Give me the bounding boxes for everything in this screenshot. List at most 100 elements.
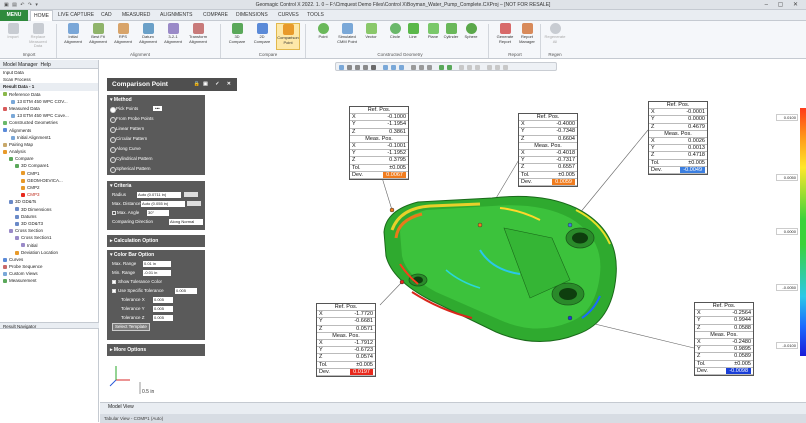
tree-item[interactable]: Pairing Map <box>0 141 98 148</box>
model-view-tab[interactable]: Model View <box>108 404 134 410</box>
report-manager-button[interactable]: Report Manager <box>516 23 538 50</box>
tree-item[interactable]: 3D GD&Ts <box>0 198 98 205</box>
regenerate-all-button[interactable]: Regenerate All <box>544 23 566 50</box>
comparison-callout[interactable]: Ref. Pos. X -0.4000 Y -0.7348 Z 0.6604 Meas… <box>518 113 578 187</box>
camera-icon[interactable] <box>503 65 508 70</box>
point-button[interactable]: Point <box>312 23 334 50</box>
tree-item[interactable]: 3D Compare1 <box>0 162 98 169</box>
water-pump-part[interactable] <box>383 195 617 342</box>
input-data-section[interactable]: Input Data <box>0 69 98 76</box>
use-specific-tolerance-field[interactable]: 0.005 <box>175 287 197 294</box>
clip-icon[interactable] <box>467 65 472 70</box>
tab-tools[interactable]: TOOLS <box>307 12 324 18</box>
filter-icon[interactable] <box>459 65 464 70</box>
tree-item[interactable]: Measurement <box>0 277 98 284</box>
point-display-icon[interactable] <box>487 65 492 70</box>
criteria-header[interactable]: ▾ Criteria <box>107 181 205 190</box>
import-button[interactable]: Import <box>2 23 24 50</box>
method-option-from-probe-points[interactable]: From Probe Points <box>107 114 205 124</box>
method-option-cylindrical-pattern[interactable]: Cylindrical Pattern <box>107 154 205 164</box>
main-menu-button[interactable]: MENU <box>0 10 28 21</box>
more-options-header[interactable]: ▸ More Options <box>107 344 205 356</box>
tolerance-x-field[interactable]: 0.005 <box>153 296 173 303</box>
tolerance-z-field[interactable]: 0.005 <box>153 314 173 321</box>
panel-actions[interactable]: 🔒▣ ✓ ✕ <box>194 81 234 87</box>
scan-process-section[interactable]: Scan Process <box>0 76 98 83</box>
radius-field[interactable]: Auto (0.0711 in) <box>137 191 181 198</box>
comparison-callout[interactable]: Ref. Pos. X -0.2564 Y 0.9944 Z 0.0588 Meas.… <box>694 302 754 376</box>
max-range-field[interactable]: 0.01 in <box>143 260 171 267</box>
generate-report-button[interactable]: Generate Report <box>494 23 516 50</box>
3d-compare-button[interactable]: 3D Compare <box>226 23 248 50</box>
tab-alignments[interactable]: ALIGNMENTS <box>160 12 193 18</box>
simulated-cmm-point-button[interactable]: Simulated CMM Point <box>336 23 358 50</box>
tree-item[interactable]: Reference Data <box>0 91 98 98</box>
method-option-circular-pattern[interactable]: Circular Pattern <box>107 134 205 144</box>
window-controls[interactable]: – ▢ ✕ <box>765 1 802 8</box>
tab-compare[interactable]: COMPARE <box>203 12 228 18</box>
tree-item[interactable]: Analysis <box>0 148 98 155</box>
replace-measured-data-button[interactable]: Replace Measured Data <box>27 23 49 50</box>
result-data-section[interactable]: Result Data - 1 <box>0 83 98 91</box>
wireframe-icon[interactable] <box>427 65 432 70</box>
comparison-point-marker[interactable] <box>567 315 573 321</box>
tab-help[interactable]: Help <box>41 62 51 68</box>
sphere-button[interactable]: Sphere <box>460 23 482 50</box>
tree-item[interactable]: 13 ETM 450 WPC Cove... <box>0 112 98 119</box>
comparison-callout[interactable]: Ref. Pos. X -0.1000 Y -1.1954 Z 0.3861 Meas… <box>349 106 409 180</box>
select-mode-icon[interactable] <box>383 65 388 70</box>
method-option-linear-pattern[interactable]: Linear Pattern <box>107 124 205 134</box>
tree-item[interactable]: CMP3 <box>0 191 98 198</box>
tree-item[interactable]: Cross Section1 <box>0 234 98 241</box>
comparison-point-marker[interactable] <box>567 222 573 228</box>
select-lasso-icon[interactable] <box>399 65 404 70</box>
tree-item[interactable]: Datums <box>0 213 98 220</box>
pan-icon[interactable] <box>355 65 360 70</box>
initial-alignment-button[interactable]: Initial Alignment <box>62 23 84 50</box>
tab-measured[interactable]: MEASURED <box>122 12 150 18</box>
tab-model-manager[interactable]: Model Manager <box>3 62 38 68</box>
more-icon[interactable]: ••• <box>153 106 162 111</box>
calculation-option-header[interactable]: ▸ Calculation Option <box>107 235 205 247</box>
select-template-button[interactable]: Select Template <box>112 323 150 331</box>
tree-item[interactable]: Alignments <box>0 127 98 134</box>
rotate-icon[interactable] <box>363 65 368 70</box>
max-angle-checkbox[interactable] <box>112 210 116 215</box>
comparison-point-marker[interactable] <box>399 279 405 285</box>
tree-item[interactable]: Initial Alignment1 <box>0 134 98 141</box>
tree-item[interactable]: Constructed Geometries <box>0 119 98 126</box>
fit-icon[interactable] <box>371 65 376 70</box>
rps-alignment-button[interactable]: RPS Alignment <box>112 23 134 50</box>
show-tolerance-row[interactable]: Show Tolerance Color <box>107 277 205 286</box>
use-specific-tolerance-checkbox[interactable] <box>112 288 116 293</box>
show-tolerance-checkbox[interactable] <box>112 279 116 284</box>
display-mode-icon[interactable] <box>411 65 416 70</box>
method-option-along-curve[interactable]: Along Curve <box>107 144 205 154</box>
section-view-icon[interactable] <box>475 65 480 70</box>
view-orient-icon[interactable] <box>339 65 344 70</box>
tree-item[interactable]: CMP1 <box>0 170 98 177</box>
method-header[interactable]: ▾ Method <box>107 95 205 104</box>
cad-display-icon[interactable] <box>447 65 452 70</box>
tree-item[interactable]: Probe Sequence <box>0 263 98 270</box>
tab-curves[interactable]: CURVES <box>278 12 299 18</box>
tree-item[interactable]: Measured Data <box>0 105 98 112</box>
tab-dimensions[interactable]: DIMENSIONS <box>236 12 268 18</box>
tree-item[interactable]: Compare <box>0 155 98 162</box>
comparison-point-marker[interactable] <box>389 207 395 213</box>
max-distance-field[interactable]: Auto (0.055 in) <box>141 200 185 207</box>
comparison-callout[interactable]: Ref. Pos. X -0.0001 Y 0.0000 Z 0.4679 Meas.… <box>648 101 708 175</box>
use-specific-tolerance-row[interactable]: Use Specific Tolerance 0.005 <box>107 286 205 295</box>
comparing-direction-select[interactable]: Along Normal <box>169 218 203 225</box>
datum-alignment-button[interactable]: Datum Alignment <box>137 23 159 50</box>
max-distance-picker-icon[interactable] <box>187 201 201 206</box>
select-rect-icon[interactable] <box>391 65 396 70</box>
tab-live-capture[interactable]: LIVE CAPTURE <box>58 12 94 18</box>
transform-alignment-button[interactable]: Transform Alignment <box>187 23 209 50</box>
zoom-icon[interactable] <box>347 65 352 70</box>
tab-home[interactable]: HOME <box>30 10 53 21</box>
tab-cad[interactable]: CAD <box>101 12 112 18</box>
color-bar-legend[interactable]: 0.0100 0.0050 0.0000 -0.0050 -0.0100 <box>776 108 806 356</box>
tree-item[interactable]: 3D GD&T3 <box>0 220 98 227</box>
light-icon[interactable] <box>495 65 500 70</box>
